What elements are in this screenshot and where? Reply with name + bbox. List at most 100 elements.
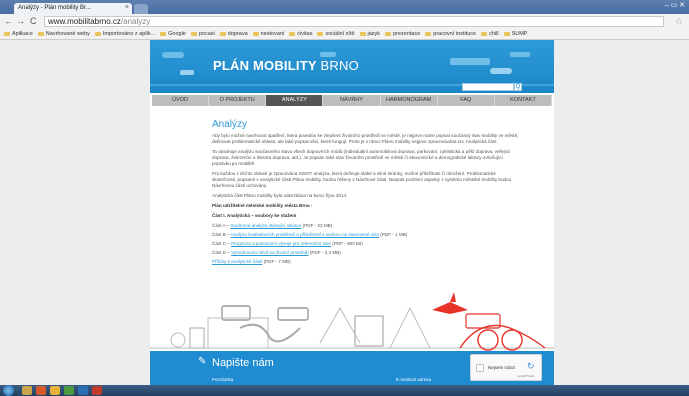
folder-icon [385,31,392,36]
download-prefix: Část D – [212,250,232,255]
folder-icon [503,31,510,36]
plan-title: Plán udržitelné městské mobility města B… [212,203,313,208]
recaptcha-brand: reCAPTCHA [517,374,535,378]
bookmark-item[interactable]: prezentace [385,29,420,39]
tab-close-icon[interactable]: × [125,4,129,11]
bookmark-label: civitas [297,31,313,37]
bookmark-item[interactable]: chill [481,29,499,39]
download-size: (PDF - 7 MB) [262,259,291,264]
folder-icon [289,31,296,36]
bookmark-item[interactable]: nestovani [252,29,284,39]
download-item: Část A – Souhrnná analýza stávající situ… [212,223,520,229]
bookmark-item[interactable]: jazyk [359,29,381,39]
bookmark-label: pracovní instituce [433,31,477,37]
bookmark-item[interactable]: doprava [219,29,248,39]
download-size: (PDF - 1 MB) [379,232,408,237]
search-icon[interactable]: Q [514,83,522,91]
menu-item-1[interactable]: O PROJEKTU [209,95,267,106]
app-icon[interactable] [92,386,102,395]
new-tab-button[interactable] [134,4,148,14]
reload-icon[interactable]: C [30,16,37,26]
folder-icon[interactable] [50,386,60,395]
folder-icon [190,31,197,36]
folder-icon [317,31,324,36]
site-banner: PLÁN MOBILITY BRNO Q [150,40,554,93]
logo-light: BRNO [316,58,359,73]
bookmark-label: doprava [227,31,248,37]
main-content: Analýzy Aby bylo možné navrhnout opatřen… [212,119,520,268]
browser-toolbar: ← → C www.mobilitabrno.cz/analyzy ☆ [0,14,689,29]
download-size: (PDF - 2,3 MB) [308,250,341,255]
bookmark-label: Navrhované weby [45,31,90,37]
menu-item-5[interactable]: FAQ [438,95,495,106]
download-link[interactable]: Analýza kvalitativních problémů a přílež… [231,232,379,237]
download-link[interactable]: Vyhodnocení vlivů na životní prostředí [231,250,308,255]
bookmark-label: sociální sítě [325,31,355,37]
bookmark-star-icon[interactable]: ☆ [675,16,683,27]
city-transport-illustration [150,292,554,351]
menu-item-0[interactable]: ÚVOD [152,95,210,106]
url-path: /analyzy [120,17,151,26]
download-item: Část D – Vyhodnocení vlivů na životní pr… [212,250,520,256]
chrome-icon[interactable] [64,386,74,395]
folder-icon [94,31,101,36]
page-viewport: PLÁN MOBILITY BRNO Q ÚVOD O PROJEKTU ANALÝ… [0,40,689,385]
download-prefix: Část C – [212,241,232,246]
folder-icon [219,31,226,36]
tab-title: Analýzy - Plán mobility Br... [18,5,91,11]
recaptcha-checkbox[interactable] [476,364,484,372]
bookmark-item[interactable]: pracovní instituce [425,29,476,39]
contact-section: ✎ Napište nám Poznámka E-mailová adresa … [150,351,554,385]
bookmark-item[interactable]: pocasi [190,29,215,39]
forward-arrow-icon[interactable]: → [16,16,25,26]
os-taskbar [0,385,689,396]
download-size: (PDF - 23 MB) [301,223,333,228]
start-button-icon[interactable] [3,385,14,396]
download-prefix: Část A – [212,223,231,228]
bookmark-label: jazyk [367,31,381,37]
bookmarks-bar: Aplikace Navrhované weby Importováno z apl… [0,29,689,40]
menu-item-2[interactable]: ANALÝZY [266,95,324,106]
menu-item-3[interactable]: NÁVRHY [323,95,381,106]
download-link[interactable]: Přílohy k analytické části [212,259,262,264]
explorer-icon[interactable] [22,386,32,395]
download-link[interactable]: Prognóza a posouzení vývoje pro referenč… [231,241,331,246]
menu-item-4[interactable]: HARMONOGRAM [381,95,438,106]
bookmark-item[interactable]: civitas [289,29,312,39]
back-arrow-icon[interactable]: ← [4,16,13,26]
download-link[interactable]: Souhrnná analýza stávající situace [230,223,301,228]
contact-title: Napište nám [212,357,274,369]
folder-icon [4,31,10,36]
bookmark-item[interactable]: Aplikace [4,29,33,39]
intro-paragraphs: Aby bylo možné navrhnout opatření, která… [212,133,520,199]
recaptcha-widget: Nejsem robot ↻ reCAPTCHA [470,354,542,381]
content-paragraph: Aby bylo možné navrhnout opatření, která… [212,133,519,144]
url-host: www.mobilitabrno.cz [48,17,121,26]
browser-tab[interactable]: Analýzy - Plán mobility Br... × [14,3,132,14]
bookmark-item[interactable]: Importováno z aplik... [94,29,155,39]
bookmark-item[interactable]: sociální sítě [317,29,355,39]
window-controls[interactable]: – ▭ ✕ [665,1,685,9]
word-icon[interactable] [78,386,88,395]
folder-icon [252,31,259,36]
bookmark-item[interactable]: Google [160,29,186,39]
browser-tab-bar: Analýzy - Plán mobility Br... × – ▭ ✕ [0,0,689,14]
bookmark-item[interactable]: Navrhované weby [37,29,90,39]
folder-icon [359,31,366,36]
part-title: Část I. Analytická – soubory ke stažení [212,213,297,218]
menu-item-6[interactable]: KONTAKT [495,95,552,106]
bookmark-label: prezentace [393,31,421,37]
recaptcha-logo-icon: ↻ [527,361,535,371]
email-label: E-mailová adresa [396,377,432,382]
folder-icon [37,31,44,36]
page-title: Analýzy [212,119,248,130]
bookmark-label: Aplikace [12,31,33,37]
content-paragraph: Ta obsahuje analýzu současného stavu vše… [212,149,510,166]
site-search-input[interactable] [462,83,514,91]
bookmark-item[interactable]: SUMP [503,29,527,39]
folder-icon [160,31,167,36]
site-logo[interactable]: PLÁN MOBILITY BRNO [213,58,359,73]
media-icon[interactable] [36,386,46,395]
address-bar[interactable]: www.mobilitabrno.cz/analyzy [44,16,664,27]
download-size: (PDF - 900 kB) [331,241,363,246]
